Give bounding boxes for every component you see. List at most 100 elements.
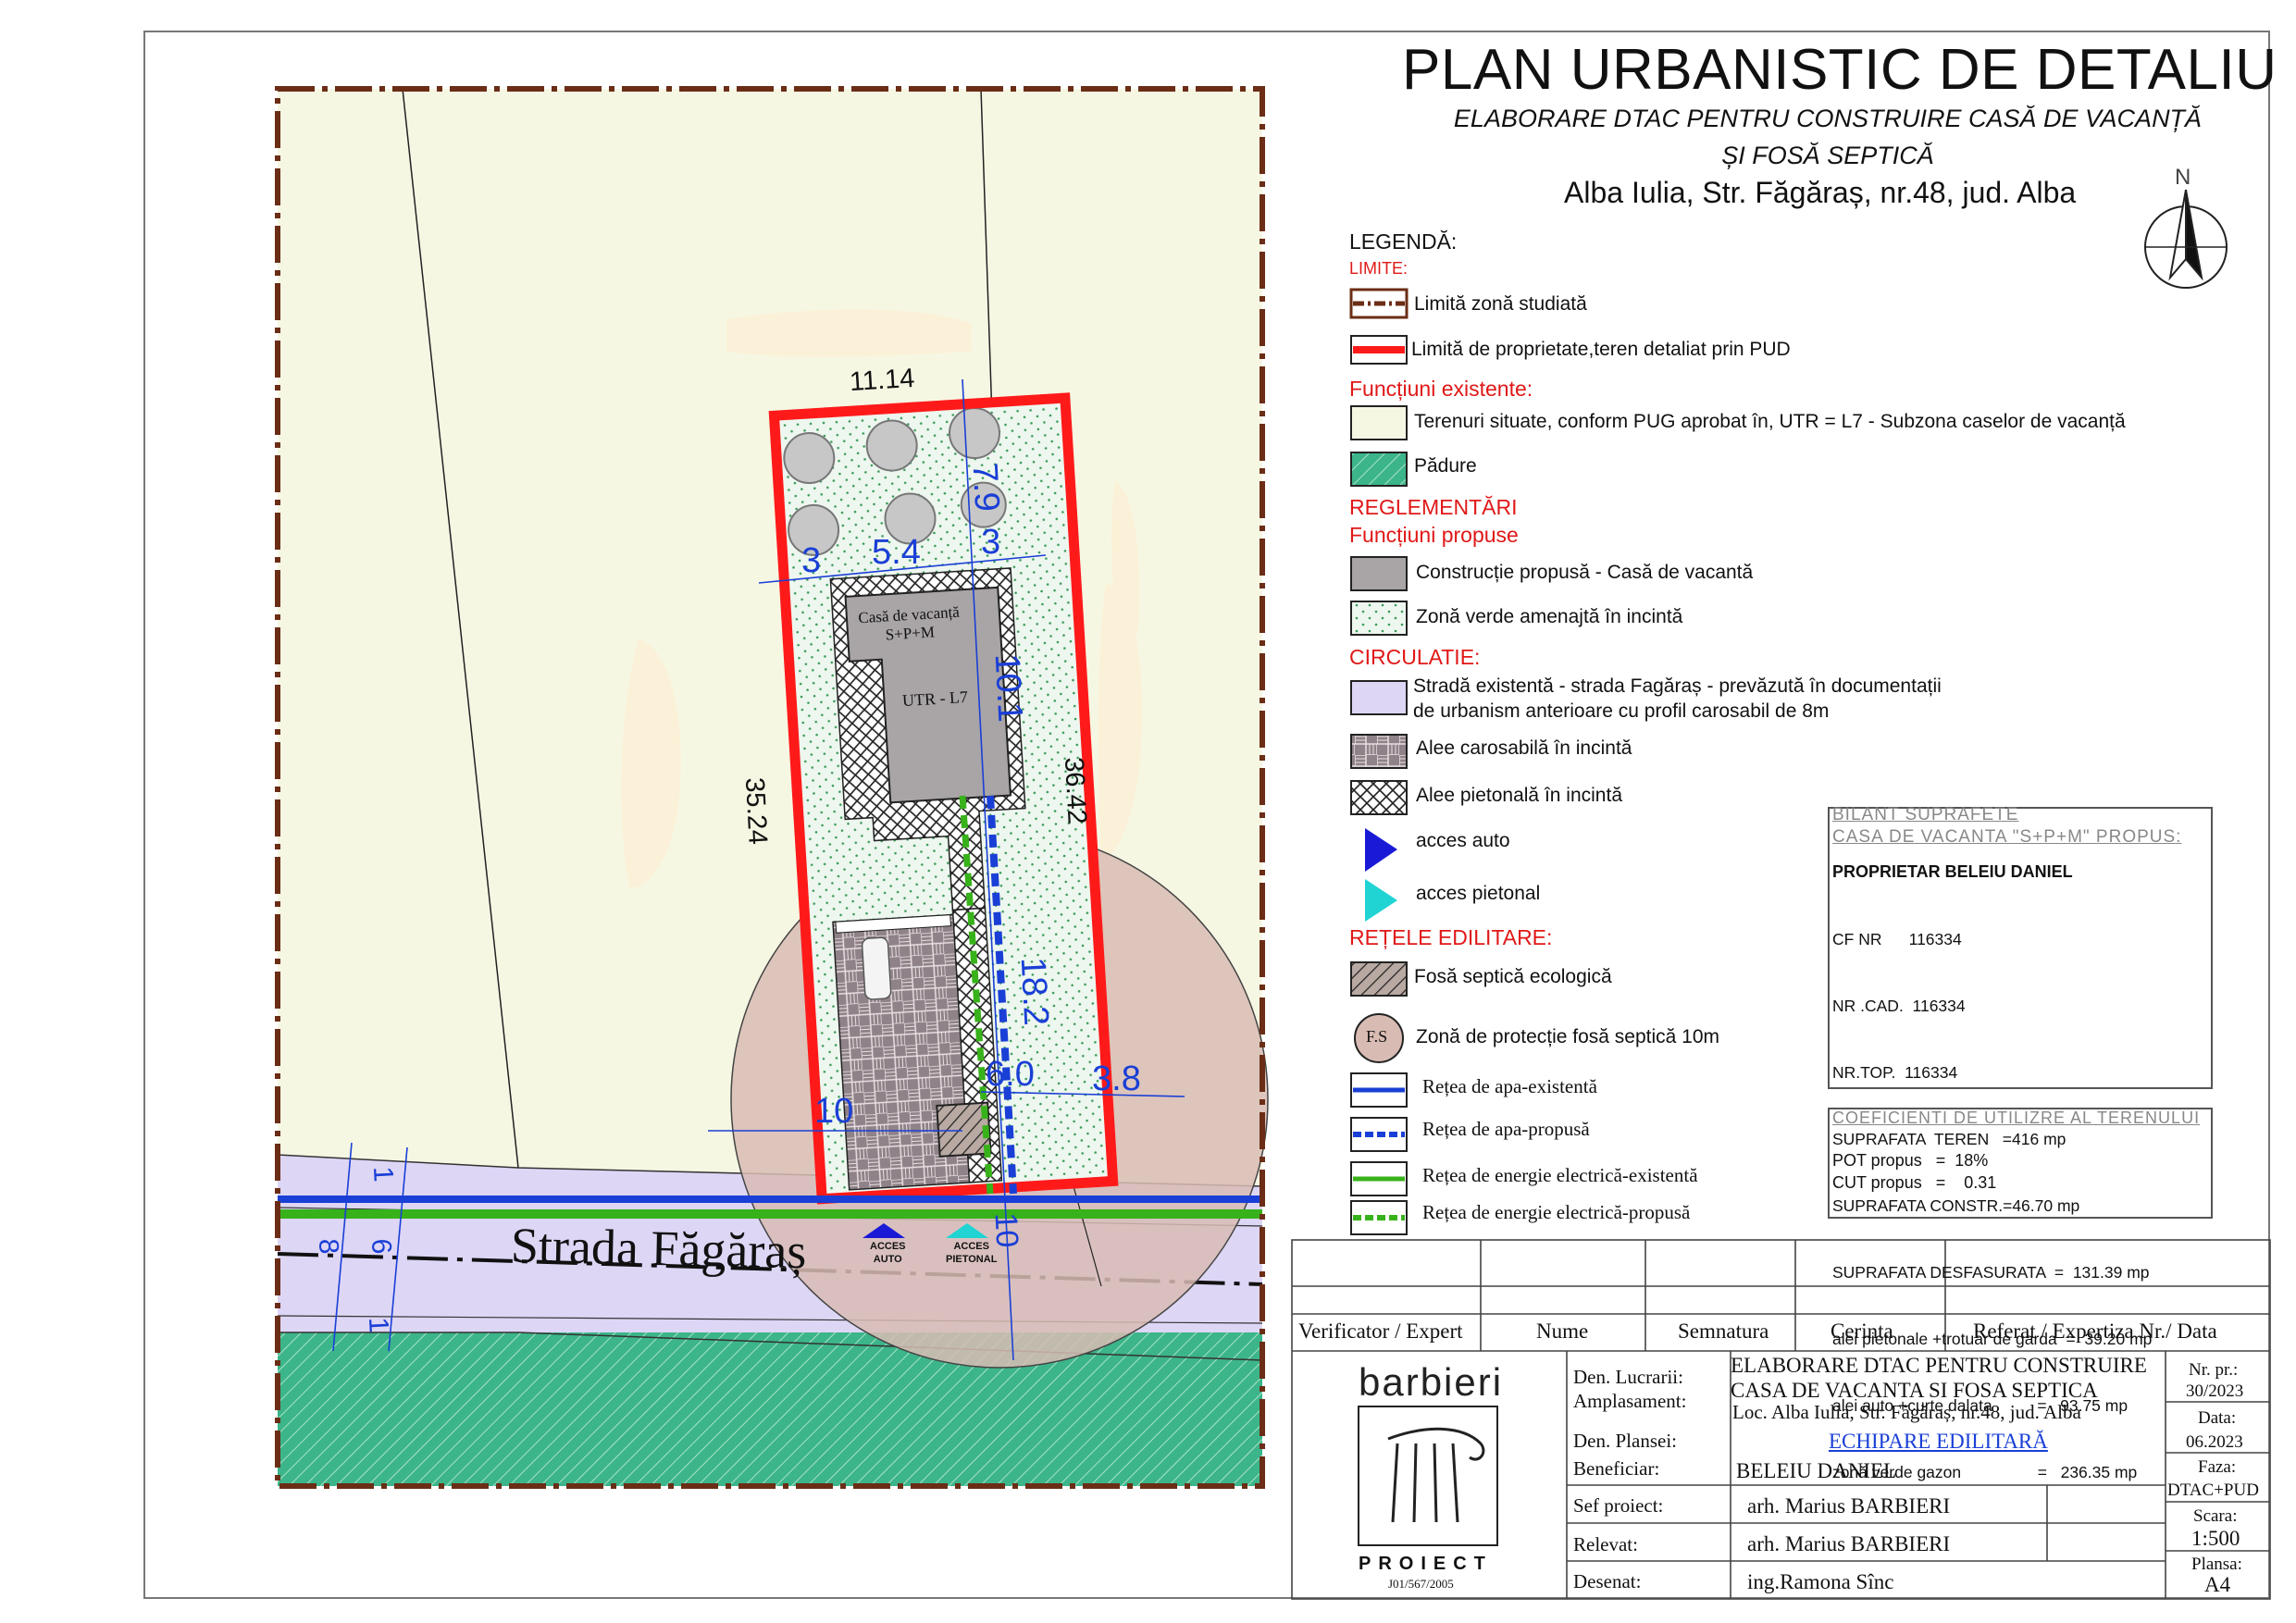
- tb-date-value: 06.2023: [2186, 1432, 2243, 1452]
- tb-label-sheet: Den. Plansei:: [1573, 1430, 1677, 1452]
- legend-limit-property: Limită de proprietate,teren detaliat pri…: [1411, 339, 1791, 360]
- subtitle-line1: ELABORARE DTAC PENTRU CONSTRUIRE CASĂ DE…: [1453, 105, 2203, 132]
- bilant-title-2: CASA DE VACANTA "S+P+M" PROPUS:: [1832, 827, 2182, 847]
- dim-street-1b: 1: [362, 1316, 394, 1334]
- utr-label: UTR - L7: [901, 687, 969, 711]
- tb-label-client: Beneficiar:: [1573, 1457, 1660, 1480]
- location-label: Alba Iulia, Str. Făgăraș, nr.48, jud. Al…: [1564, 176, 2077, 209]
- legend-proposed-building: Construcție propusă - Casă de vacantă: [1416, 562, 1754, 583]
- dim-3-8: 3.8: [1092, 1059, 1141, 1098]
- tb-drawn: ing.Ramona Sînc: [1747, 1570, 1894, 1593]
- tb-project-value: 30/2023: [2186, 1381, 2244, 1401]
- dim-3-right: 3: [981, 523, 1001, 562]
- bilant-row: NR.TOP. 116334: [1832, 1063, 1958, 1082]
- tb-work-line2: CASA DE VACANTA SI FOSA SEPTICA: [1731, 1379, 2098, 1402]
- tb-sheet-value: A4: [2204, 1573, 2231, 1596]
- legend-ped-access: acces pietonal: [1416, 883, 1541, 904]
- subtitle-line2: ȘI FOSĂ SEPTICĂ: [1721, 142, 1934, 169]
- legend-forest: Pădure: [1414, 455, 1477, 477]
- page-title: PLAN URBANISTIC DE DETALIU: [1402, 38, 2277, 102]
- legend-proposed-heading: Funcțiuni propuse: [1349, 523, 1519, 547]
- legend-green-zone: Zonă verde amenajtă în incintă: [1416, 606, 1683, 627]
- tb-client: BELEIU DANIEL: [1736, 1459, 1897, 1482]
- tb-label-drawn: Desenat:: [1573, 1570, 1642, 1592]
- legend-street-line1: Stradă existentă - strada Fagăraș - prev…: [1413, 675, 1942, 697]
- dim-3-left: 3: [801, 541, 822, 580]
- legend-existing-land: Terenuri situate, conform PUG aprobat în…: [1414, 411, 2126, 432]
- bilant-row: SUPRAFATA TEREN =416 mp: [1832, 1130, 2066, 1148]
- legend-title: LEGENDĂ:: [1349, 229, 1458, 254]
- dim-10-horizontal: 10: [814, 1092, 854, 1131]
- tb-sheet: ECHIPARE EDILITARĂ: [1829, 1430, 2048, 1453]
- house-label: Casă de vacanță S+P+M: [858, 603, 962, 647]
- dim-7-9: 7.9: [964, 461, 1007, 513]
- dim-6-0: 6.0: [986, 1055, 1035, 1094]
- tb-phase-label: Faza:: [2198, 1457, 2237, 1477]
- legend-power-existing: Rețea de energie electrică-existentă: [1422, 1164, 1698, 1186]
- legend-water-proposed: Rețea de apa-propusă: [1422, 1118, 1590, 1140]
- tb-chief: arh. Marius BARBIERI: [1747, 1494, 1951, 1518]
- tb-work-line1: ELABORARE DTAC PENTRU CONSTRUIRE: [1731, 1354, 2147, 1377]
- legend-ped-alley: Alee pietonală în incintă: [1416, 785, 1622, 806]
- access-auto-label-1: ACCES: [870, 1241, 906, 1252]
- page-subtitle: ELABORARE DTAC PENTRU CONSTRUIRE CASĂ DE…: [1411, 100, 2244, 174]
- bilant-row: SUPRAFATA CONSTR.=46.70 mp: [1832, 1196, 2080, 1215]
- dim-18-2: 18.2: [1012, 956, 1056, 1027]
- dim-street-6: 6: [365, 1237, 397, 1256]
- legend-car-alley: Alee carosabilă în incintă: [1416, 737, 1632, 759]
- tb-header-report: Referat / Expertiza Nr./ Data: [1973, 1319, 2217, 1343]
- bilant-owner: PROPRIETAR BELEIU DANIEL: [1832, 862, 2073, 881]
- tb-header-verifier: Verificator / Expert: [1298, 1319, 1463, 1343]
- bilant-row: CF NR 116334: [1832, 930, 1962, 948]
- tb-scale-value: 1:500: [2191, 1527, 2240, 1550]
- tb-sheet-label: Plansa:: [2191, 1555, 2242, 1574]
- tb-scale-label: Scara:: [2193, 1506, 2238, 1526]
- dim-10-vertical: 10: [987, 1211, 1025, 1249]
- dim-5-4: 5.4: [872, 533, 921, 572]
- tb-surveyed: arh. Marius BARBIERI: [1747, 1532, 1951, 1555]
- legend-power-proposed: Rețea de energie electrică-propusă: [1422, 1201, 1691, 1223]
- legend-networks-heading: REȚELE EDILITARE:: [1349, 925, 1553, 949]
- logo-name: barbieri: [1359, 1360, 1504, 1404]
- coef-title: COEFICIENTI DE UTILIZRE AL TERENULUI: [1832, 1109, 2201, 1127]
- legend-limits-heading: LIMITE:: [1349, 259, 1409, 278]
- legend-septic-symbol: F.S: [1366, 1027, 1388, 1046]
- pot-value: POT propus = 18%: [1832, 1151, 1989, 1170]
- dim-street-8: 8: [312, 1237, 344, 1256]
- tb-label-chief: Sef proiect:: [1573, 1494, 1664, 1517]
- dim-top: 11.14: [849, 363, 916, 398]
- access-ped-label-2: PIETONAL: [946, 1254, 998, 1265]
- tb-label-site: Amplasament:: [1573, 1390, 1687, 1412]
- legend-septic-zone: Zonă de protecție fosă septică 10m: [1416, 1026, 1720, 1047]
- tb-label-work: Den. Lucrarii:: [1573, 1366, 1683, 1388]
- dim-street-1a: 1: [366, 1165, 399, 1183]
- logo-registration: J01/567/2005: [1388, 1577, 1454, 1591]
- cut-value: CUT propus = 0.31: [1832, 1173, 1997, 1192]
- tb-header-name: Nume: [1536, 1319, 1589, 1343]
- access-auto-label: ACCES AUTO: [870, 1240, 906, 1266]
- tb-site: Loc. Alba Iulia, Str. Făgăraș, nr.48, ju…: [1732, 1401, 2081, 1423]
- legend-existing-heading: Funcțiuni existente:: [1349, 377, 1533, 401]
- tb-header-signature: Semnatura: [1678, 1319, 1769, 1343]
- bilant-title-1: BILANT SUPRAFETE: [1832, 805, 2019, 824]
- tb-phase-value: DTAC+PUD: [2167, 1481, 2259, 1500]
- logo-frame: [1358, 1406, 1498, 1546]
- bilant-row: NR .CAD. 116334: [1832, 997, 1966, 1015]
- dim-10-1: 10.1: [987, 652, 1030, 724]
- dim-left: 35.24: [738, 776, 773, 846]
- tb-header-requirement: Cerinta: [1831, 1319, 1893, 1343]
- logo-proiect: PROIECT: [1359, 1554, 1493, 1574]
- legend-regulations-heading: REGLEMENTĂRI: [1349, 495, 1518, 519]
- tb-date-label: Data:: [2198, 1408, 2237, 1428]
- legend-water-existing: Rețea de apa-existentă: [1422, 1075, 1597, 1097]
- street-name-label: Strada Făgăraș: [510, 1217, 807, 1280]
- logo-mark: [1387, 1427, 1485, 1523]
- tb-project-label: Nr. pr.:: [2189, 1360, 2239, 1380]
- forest-zone: [278, 1332, 1262, 1486]
- legend-street-line2: de urbanism anterioare cu profil carosab…: [1413, 700, 1830, 722]
- north-arrow-icon: [2144, 189, 2228, 289]
- access-auto-label-2: AUTO: [873, 1254, 902, 1265]
- tb-label-surveyed: Relevat:: [1573, 1533, 1638, 1555]
- legend-circulation-heading: CIRCULATIE:: [1349, 645, 1481, 669]
- north-label: N: [2175, 165, 2191, 190]
